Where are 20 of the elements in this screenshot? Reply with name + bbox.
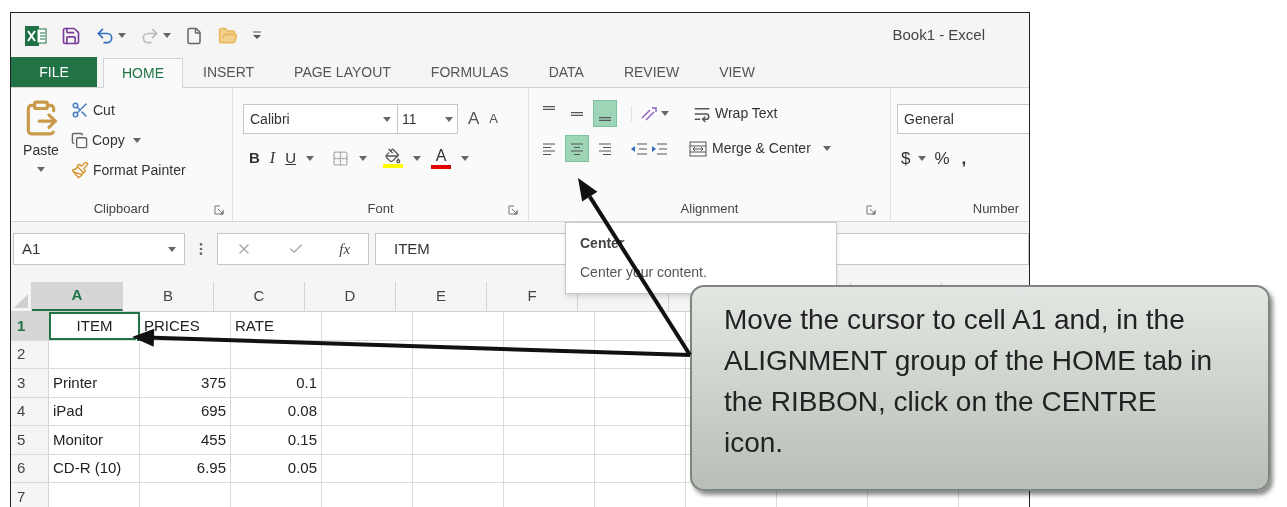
table-cell: 455	[140, 426, 231, 454]
table-cell: 6.95	[140, 454, 231, 482]
table-cell: RATE	[231, 312, 322, 340]
table-cell: ITEM	[49, 312, 140, 340]
table-cell: 695	[140, 397, 231, 425]
table-cell: CD-R (10)	[49, 454, 140, 482]
group-label: Clipboard	[93, 200, 150, 219]
instruction-text: Move the cursor to cell A1 and, in the ALIGNMENT group of the HOME tab in the RIBBON, click on the CENTRE icon.	[724, 303, 1214, 460]
table-cell: iPad	[49, 397, 140, 425]
group-label: Alignment	[680, 200, 739, 219]
window-title: Book1 - Excel	[892, 25, 985, 46]
table-cell: Printer	[49, 369, 140, 397]
table-cell: 0.08	[231, 397, 322, 425]
group-label: Font	[367, 200, 394, 219]
table-cell: 0.15	[231, 426, 322, 454]
table-cell: 0.1	[231, 369, 322, 397]
table-cell: Monitor	[49, 426, 140, 454]
table-cell: 0.05	[231, 454, 322, 482]
group-label: Number	[972, 200, 1019, 219]
table-cell: 375	[140, 369, 231, 397]
